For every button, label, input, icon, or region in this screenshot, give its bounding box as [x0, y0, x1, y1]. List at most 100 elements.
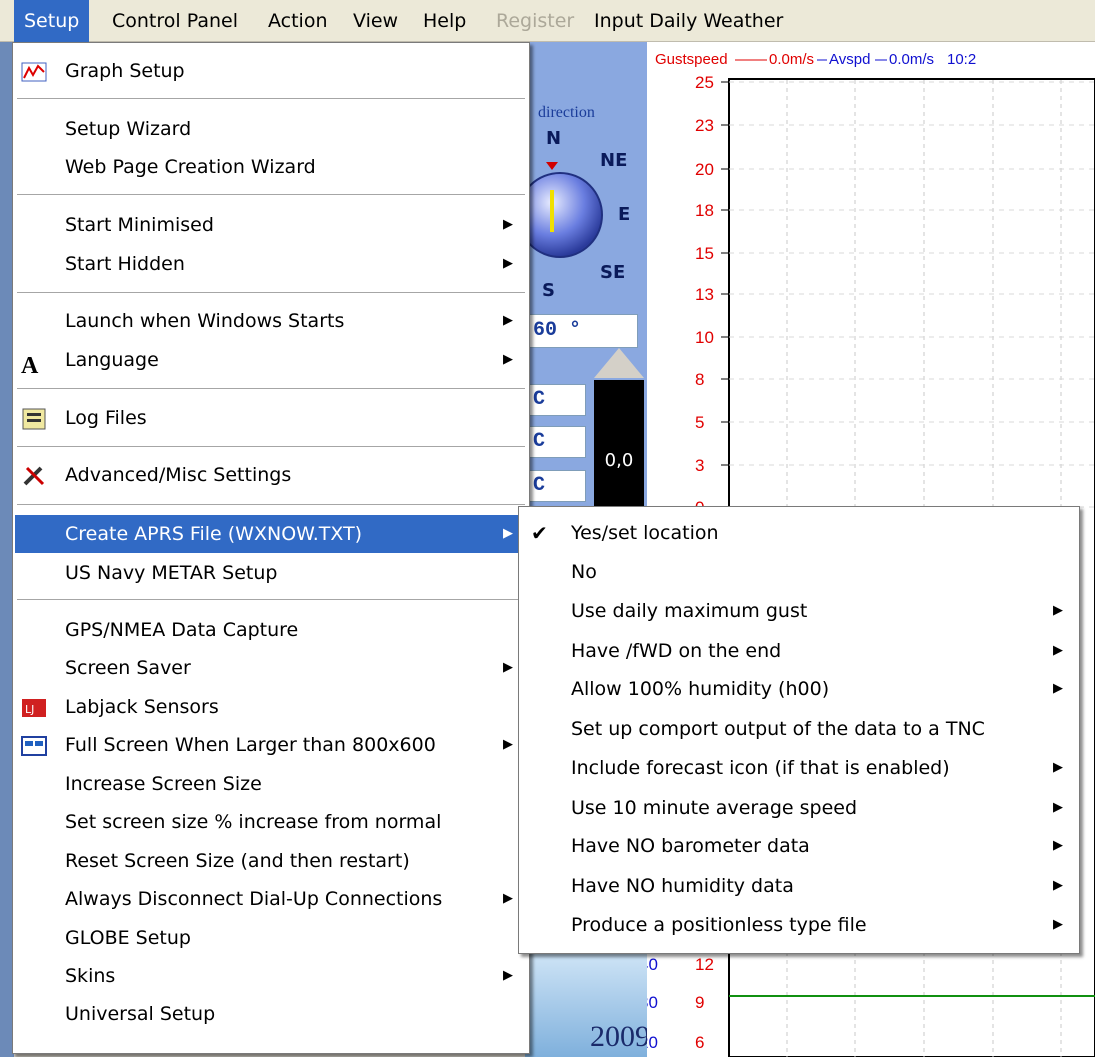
compass-ne-label: NE — [600, 150, 628, 171]
submenu-arrow-icon: ▶ — [1053, 800, 1063, 815]
menu-item-label: Full Screen When Larger than 800x600 — [65, 734, 436, 756]
temp-unit-1: C — [528, 384, 586, 416]
aprs-menu-item-use-daily-maximum-gust[interactable]: Use daily maximum gust ▶ — [521, 592, 1077, 630]
gauge-pointer — [594, 348, 644, 378]
y-tick-label: 25 — [695, 73, 714, 92]
setup-menu-item-universal-setup[interactable]: Universal Setup — [15, 995, 527, 1033]
menu-item-label: Set up comport output of the data to a T… — [571, 718, 985, 740]
menu-bar: Setup Control Panel Action View Help Reg… — [0, 0, 1095, 42]
menu-help[interactable]: Help — [413, 0, 476, 42]
menu-input-daily-weather[interactable]: Input Daily Weather — [584, 0, 793, 42]
submenu-arrow-icon: ▶ — [503, 313, 513, 328]
submenu-arrow-icon: ▶ — [503, 352, 513, 367]
menu-item-label: Labjack Sensors — [65, 696, 219, 718]
menu-item-label: Log Files — [65, 407, 147, 429]
aprs-menu-item-have-no-barometer-data[interactable]: Have NO barometer data ▶ — [521, 827, 1077, 865]
menu-item-label: Use 10 minute average speed — [571, 797, 858, 819]
aprs-menu-item-have-fwd-on-the-end[interactable]: Have /fWD on the end ▶ — [521, 632, 1077, 670]
compass-n-label: N — [546, 128, 562, 149]
lower-left-tick-label: 40 — [647, 955, 658, 974]
menu-item-label: Increase Screen Size — [65, 773, 262, 795]
log-files-icon — [21, 406, 47, 430]
setup-menu-item-launch-when-windows-starts[interactable]: Launch when Windows Starts ▶ — [15, 302, 527, 340]
menu-separator — [17, 446, 525, 447]
y-tick-label: 3 — [695, 456, 704, 475]
menu-item-label: Set screen size % increase from normal — [65, 811, 442, 833]
submenu-arrow-icon: ▶ — [1053, 878, 1063, 893]
menu-item-label: GPS/NMEA Data Capture — [65, 619, 299, 641]
menu-item-label: US Navy METAR Setup — [65, 562, 278, 584]
y-tick-label: 15 — [695, 244, 714, 263]
labjack-icon: LJ — [21, 695, 47, 719]
legend-gust-label: Gustspeed — [655, 51, 728, 68]
menu-item-label: Universal Setup — [65, 1003, 216, 1025]
menu-item-label: Always Disconnect Dial-Up Connections — [65, 888, 443, 910]
menu-separator — [17, 194, 525, 195]
menu-item-label: Produce a positionless type file — [571, 914, 867, 936]
menu-action[interactable]: Action — [258, 0, 338, 42]
setup-menu-item-labjack-sensors[interactable]: LJ Labjack Sensors — [15, 688, 527, 726]
submenu-arrow-icon: ▶ — [503, 968, 513, 983]
aprs-menu-item-produce-a-positionless-type-file[interactable]: Produce a positionless type file ▶ — [521, 906, 1077, 944]
submenu-arrow-icon: ▶ — [503, 526, 513, 541]
wind-bearing-box: 60 ° — [528, 314, 638, 348]
menu-setup[interactable]: Setup — [14, 0, 90, 42]
y-tick-label: 8 — [695, 370, 704, 389]
setup-menu-item-gps-nmea-data-capture[interactable]: GPS/NMEA Data Capture — [15, 611, 527, 649]
menu-control-panel[interactable]: Control Panel — [102, 0, 248, 42]
setup-menu-item-graph-setup[interactable]: Graph Setup — [15, 52, 527, 90]
aprs-menu-item-yes-set-location[interactable]: ✔ Yes/set location — [521, 514, 1077, 552]
setup-menu-item-start-minimised[interactable]: Start Minimised ▶ — [15, 206, 527, 244]
setup-menu-item-set-screen-size-increase-from-normal[interactable]: Set screen size % increase from normal — [15, 803, 527, 841]
lower-left-tick-label: 20 — [647, 1033, 658, 1052]
aprs-menu-item-have-no-humidity-data[interactable]: Have NO humidity data ▶ — [521, 867, 1077, 905]
setup-menu-item-start-hidden[interactable]: Start Hidden ▶ — [15, 245, 527, 283]
aprs-menu-item-set-up-comport-output-of-the-data-to-a-tnc[interactable]: Set up comport output of the data to a T… — [521, 710, 1077, 748]
y-tick-label: 13 — [695, 285, 714, 304]
wind-compass: N NE E SE S — [517, 128, 640, 301]
lower-right-tick-label: 12 — [695, 955, 714, 974]
menu-item-label: Include forecast icon (if that is enable… — [571, 757, 950, 779]
svg-text:LJ: LJ — [25, 703, 34, 716]
setup-menu-item-globe-setup[interactable]: GLOBE Setup — [15, 919, 527, 957]
lower-left-tick-label: 30 — [647, 993, 658, 1012]
y-tick-label: 18 — [695, 201, 714, 220]
year-label: 2009 — [590, 1020, 650, 1053]
setup-menu-item-full-screen-when-larger-than-800x600[interactable]: Full Screen When Larger than 800x600 ▶ — [15, 726, 527, 764]
y-tick-label: 23 — [695, 116, 714, 135]
submenu-arrow-icon: ▶ — [1053, 838, 1063, 853]
rain-gauge: 0,0 — [594, 380, 644, 510]
legend-gust-value: 0.0m/s — [769, 51, 814, 68]
compass-s-label: S — [542, 280, 555, 301]
temp-unit-3: C — [528, 470, 586, 502]
aprs-menu-item-no[interactable]: No — [521, 553, 1077, 591]
setup-menu-item-screen-saver[interactable]: Screen Saver ▶ — [15, 649, 527, 687]
legend-avg-label: Avspd — [829, 51, 870, 68]
temp-unit-2: C — [528, 426, 586, 458]
aprs-menu-item-use-10-minute-average-speed[interactable]: Use 10 minute average speed ▶ — [521, 789, 1077, 827]
setup-menu-item-us-navy-metar-setup[interactable]: US Navy METAR Setup — [15, 554, 527, 592]
setup-menu-item-advanced-misc-settings[interactable]: Advanced/Misc Settings — [15, 456, 527, 494]
menu-view[interactable]: View — [343, 0, 408, 42]
aprs-submenu: ✔ Yes/set location No Use daily maximum gus… — [518, 506, 1080, 954]
setup-menu-item-log-files[interactable]: Log Files — [15, 399, 527, 437]
menu-item-label: Language — [65, 349, 159, 371]
checkmark-icon: ✔ — [531, 521, 548, 545]
legend-time: 10:2 — [947, 51, 976, 68]
setup-menu-item-setup-wizard[interactable]: Setup Wizard — [15, 110, 527, 148]
aprs-menu-item-allow-100-humidity-h00[interactable]: Allow 100% humidity (h00) ▶ — [521, 670, 1077, 708]
menu-item-label: Create APRS File (WXNOW.TXT) — [65, 523, 363, 545]
setup-menu-item-always-disconnect-dial-up-connections[interactable]: Always Disconnect Dial-Up Connections ▶ — [15, 880, 527, 918]
aprs-menu-item-include-forecast-icon-if-that-is-enabled[interactable]: Include forecast icon (if that is enable… — [521, 749, 1077, 787]
menu-item-label: Allow 100% humidity (h00) — [571, 678, 830, 700]
tools-icon — [21, 463, 47, 487]
setup-menu-item-skins[interactable]: Skins ▶ — [15, 957, 527, 995]
setup-menu-item-create-aprs-file-wxnow-txt[interactable]: Create APRS File (WXNOW.TXT) ▶ — [15, 515, 527, 553]
menu-item-label: Use daily maximum gust — [571, 600, 808, 622]
setup-menu-item-language[interactable]: A Language ▶ — [15, 341, 527, 379]
menu-register: Register — [496, 10, 575, 32]
submenu-arrow-icon: ▶ — [503, 256, 513, 271]
setup-menu-item-reset-screen-size-and-then-restart[interactable]: Reset Screen Size (and then restart) — [15, 842, 527, 880]
setup-menu-item-web-page-creation-wizard[interactable]: Web Page Creation Wizard — [15, 148, 527, 186]
setup-menu-item-increase-screen-size[interactable]: Increase Screen Size — [15, 765, 527, 803]
